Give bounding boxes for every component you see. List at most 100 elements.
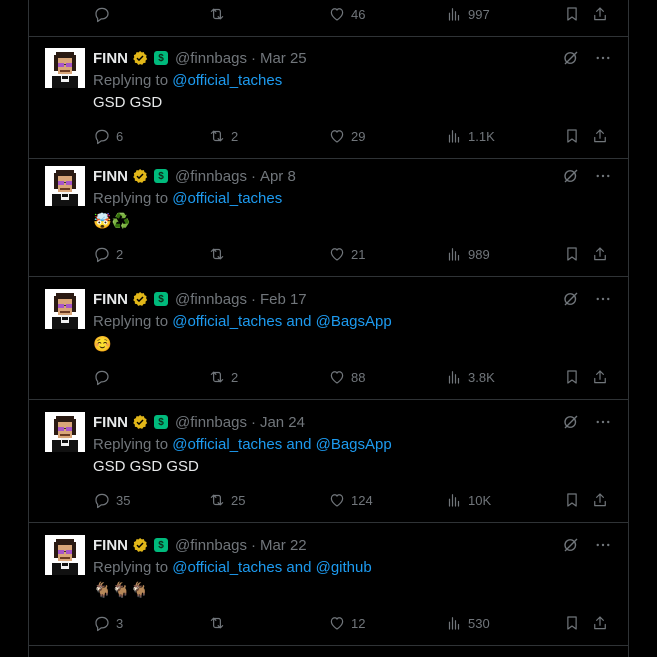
bookmark-button[interactable] — [563, 126, 581, 146]
timestamp[interactable]: Jan 24 — [260, 414, 305, 431]
more-icon[interactable] — [594, 167, 612, 185]
reply-button[interactable]: 6 — [93, 126, 123, 146]
handle[interactable]: @finnbags — [175, 414, 247, 431]
affiliate-badge-icon[interactable]: $ — [154, 415, 168, 429]
share-icon — [591, 368, 609, 386]
display-name[interactable]: FINN — [93, 537, 128, 554]
views-button[interactable]: 10K — [445, 490, 491, 510]
more-icon[interactable] — [594, 536, 612, 554]
heart-icon — [328, 245, 346, 263]
views-button[interactable]: 1.1K — [445, 126, 495, 146]
verified-badge-icon[interactable] — [132, 168, 148, 184]
timestamp[interactable]: Mar 25 — [260, 50, 307, 67]
retweet-button[interactable] — [208, 4, 231, 24]
views-count: 1.1K — [468, 128, 495, 144]
views-button[interactable]: 530 — [445, 613, 490, 633]
like-button[interactable]: 21 — [328, 244, 365, 264]
tweet[interactable]: FINN $ @finnbags · Jan 24 Replying to @o… — [29, 399, 628, 523]
like-button[interactable]: 124 — [328, 490, 373, 510]
timestamp[interactable]: Feb 17 — [260, 291, 307, 308]
like-button[interactable]: 12 — [328, 613, 365, 633]
more-icon[interactable] — [594, 290, 612, 308]
handle[interactable]: @finnbags — [175, 291, 247, 308]
tweet-top-icons — [562, 535, 612, 555]
tweet-top-icons — [562, 412, 612, 432]
views-button[interactable]: 989 — [445, 244, 490, 264]
retweet-button[interactable]: 2 — [208, 126, 238, 146]
tweet-top-icons — [562, 48, 612, 68]
more-icon[interactable] — [594, 413, 612, 431]
handle[interactable]: @finnbags — [175, 168, 247, 185]
avatar[interactable] — [45, 289, 85, 329]
handle[interactable]: @finnbags — [175, 50, 247, 67]
like-count: 46 — [351, 6, 366, 22]
share-button[interactable] — [591, 244, 609, 264]
share-button[interactable] — [591, 367, 609, 387]
affiliate-badge-icon[interactable]: $ — [154, 292, 168, 306]
grok-icon[interactable] — [562, 413, 580, 431]
grok-icon[interactable] — [562, 290, 580, 308]
avatar[interactable] — [45, 48, 85, 88]
reply-button[interactable] — [93, 4, 116, 24]
views-button[interactable]: 997 — [445, 4, 490, 24]
tweet[interactable]: FINN $ @finnbags · Apr 8 Replying to @of… — [29, 158, 628, 277]
reply-button[interactable]: 3 — [93, 613, 123, 633]
affiliate-badge-icon[interactable]: $ — [154, 51, 168, 65]
bookmark-button[interactable] — [563, 367, 581, 387]
timestamp[interactable]: Mar 22 — [260, 537, 307, 554]
display-name[interactable]: FINN — [93, 291, 128, 308]
views-button[interactable]: 3.8K — [445, 367, 495, 387]
tweet-text: GSD GSD GSD — [93, 458, 199, 475]
display-name[interactable]: FINN — [93, 50, 128, 67]
mention-link[interactable]: @official_taches and @github — [172, 559, 371, 576]
tweet[interactable]: FINN $ @finnbags · Feb 17 Replying to @o… — [29, 276, 628, 400]
verified-badge-icon[interactable] — [132, 50, 148, 66]
like-button[interactable]: 46 — [328, 4, 365, 24]
reply-button[interactable] — [93, 367, 116, 387]
tweet[interactable]: FINN $ @finnbags · Mar 25 Replying to @o… — [29, 36, 628, 159]
bookmark-button[interactable] — [563, 4, 581, 24]
like-button[interactable]: 29 — [328, 126, 365, 146]
display-name[interactable]: FINN — [93, 168, 128, 185]
tweet-header: FINN $ @finnbags · Mar 25 — [93, 48, 307, 68]
verified-badge-icon[interactable] — [132, 537, 148, 553]
reply-button[interactable]: 35 — [93, 490, 130, 510]
grok-icon[interactable] — [562, 49, 580, 67]
more-icon[interactable] — [594, 49, 612, 67]
share-button[interactable] — [591, 4, 609, 24]
tweet-partial[interactable]: 46 997 — [29, 0, 628, 37]
reply-button[interactable]: 2 — [93, 244, 123, 264]
mention-link[interactable]: @official_taches — [172, 190, 282, 207]
affiliate-badge-icon[interactable]: $ — [154, 169, 168, 183]
reply-icon — [93, 368, 111, 386]
mention-link[interactable]: @official_taches — [172, 72, 282, 89]
avatar[interactable] — [45, 166, 85, 206]
retweet-button[interactable] — [208, 613, 231, 633]
display-name[interactable]: FINN — [93, 414, 128, 431]
timestamp[interactable]: Apr 8 — [260, 168, 296, 185]
share-button[interactable] — [591, 490, 609, 510]
avatar[interactable] — [45, 412, 85, 452]
retweet-button[interactable]: 2 — [208, 367, 238, 387]
mention-link[interactable]: @official_taches and @BagsApp — [172, 313, 391, 330]
bookmark-button[interactable] — [563, 244, 581, 264]
mention-link[interactable]: @official_taches and @BagsApp — [172, 436, 391, 453]
views-count: 989 — [468, 246, 490, 262]
bookmark-button[interactable] — [563, 613, 581, 633]
views-icon — [445, 368, 463, 386]
retweet-button[interactable]: 25 — [208, 490, 245, 510]
verified-badge-icon[interactable] — [132, 291, 148, 307]
avatar[interactable] — [45, 535, 85, 575]
handle[interactable]: @finnbags — [175, 537, 247, 554]
like-count: 88 — [351, 369, 366, 385]
affiliate-badge-icon[interactable]: $ — [154, 538, 168, 552]
retweet-button[interactable] — [208, 244, 231, 264]
verified-badge-icon[interactable] — [132, 414, 148, 430]
like-button[interactable]: 88 — [328, 367, 365, 387]
grok-icon[interactable] — [562, 536, 580, 554]
bookmark-button[interactable] — [563, 490, 581, 510]
share-button[interactable] — [591, 126, 609, 146]
tweet[interactable]: FINN $ @finnbags · Mar 22 Replying to @o… — [29, 522, 628, 646]
share-button[interactable] — [591, 613, 609, 633]
grok-icon[interactable] — [562, 167, 580, 185]
